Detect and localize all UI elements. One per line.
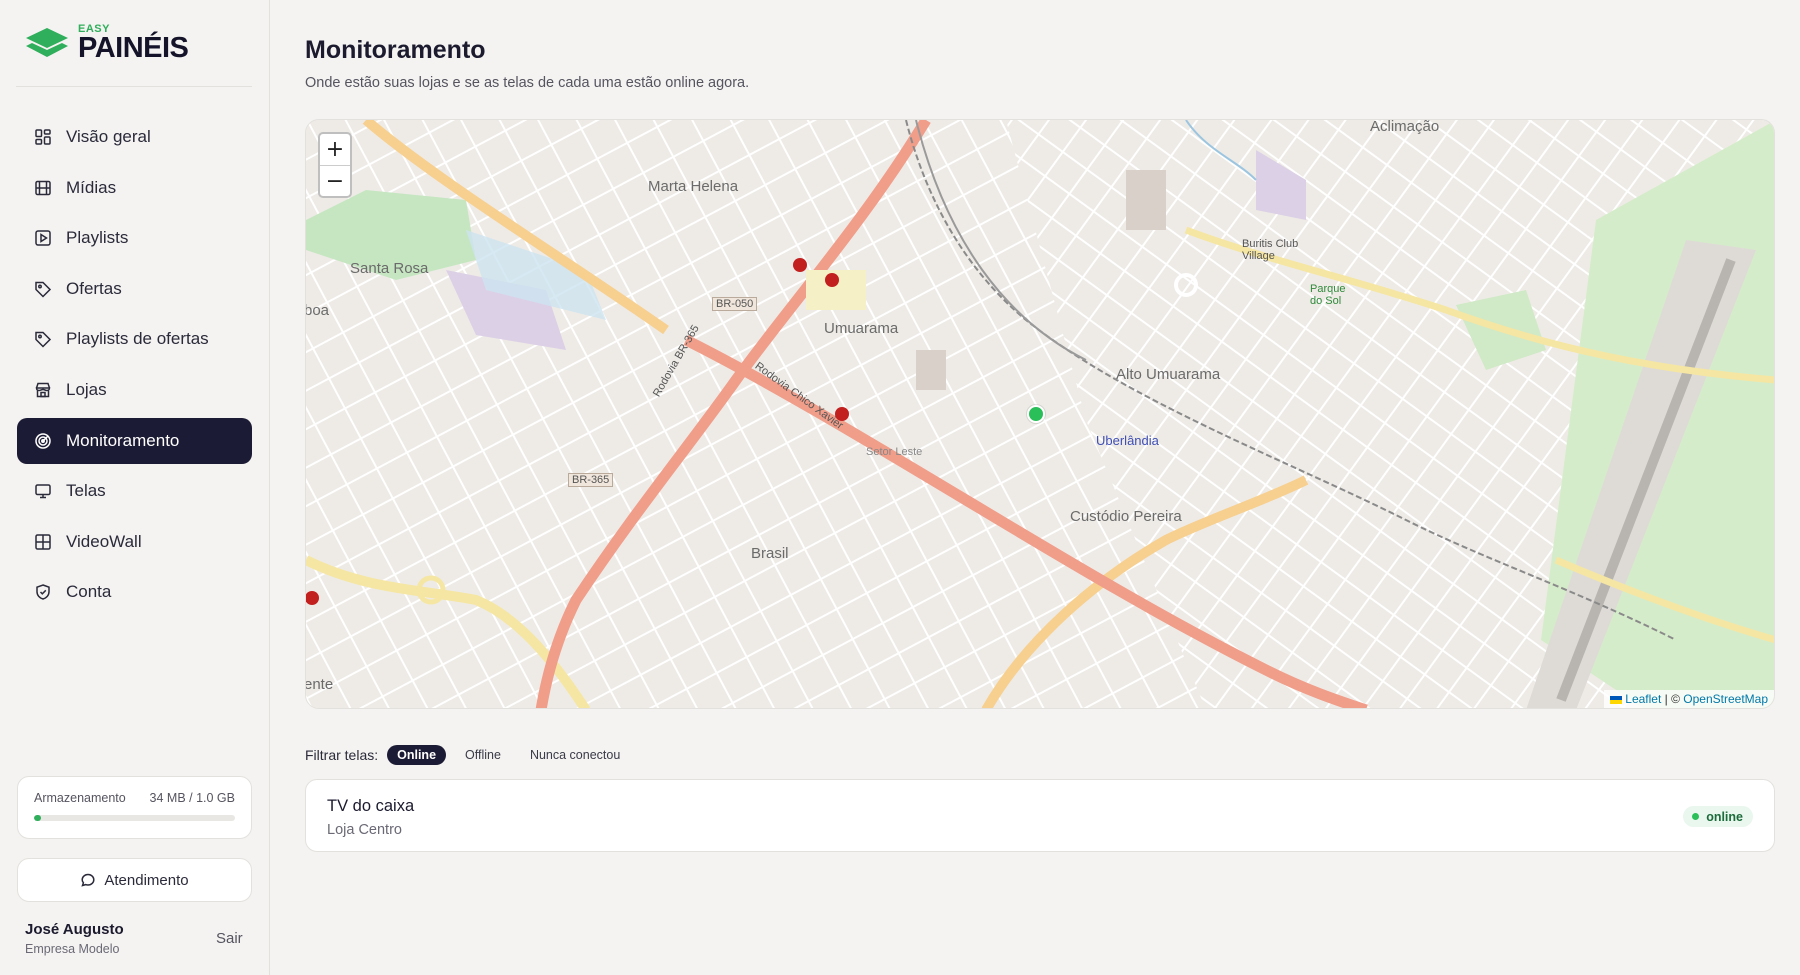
screen-filter: Filtrar telas: Online Offline Nunca cone… (305, 745, 630, 765)
map-attribution: Leaflet | © OpenStreetMap (1604, 690, 1774, 708)
sidebar-item-midias[interactable]: Mídias (17, 165, 252, 211)
shield-icon (34, 583, 52, 601)
sidebar-item-label: Monitoramento (66, 430, 180, 450)
user-company: Empresa Modelo (25, 942, 120, 956)
map-label-umuarama: Umuarama (824, 320, 899, 337)
filter-online[interactable]: Online (387, 745, 447, 765)
logo-divider (16, 86, 252, 87)
storage-label: Armazenamento (34, 791, 126, 805)
support-button[interactable]: Atendimento (17, 858, 252, 902)
ukraine-flag-icon (1610, 695, 1623, 704)
screen-card[interactable]: TV do caixa Loja Centro online (305, 779, 1775, 852)
map-label-parque: Parque do Sol (1310, 283, 1346, 307)
chat-bubble-icon (80, 872, 96, 888)
sidebar-item-ofertas[interactable]: Ofertas (17, 266, 252, 312)
store-map[interactable]: Marta Helena Santa Rosa Umuarama Alto Um… (305, 119, 1775, 709)
sidebar-item-monitoramento[interactable]: Monitoramento (17, 417, 252, 464)
sidebar-item-label: Lojas (66, 379, 107, 399)
store-marker-online[interactable] (1027, 405, 1045, 423)
map-label-alto-umuarama: Alto Umuarama (1116, 366, 1221, 383)
map-label-buritis: Buritis Club Village (1242, 238, 1299, 262)
radar-icon (34, 432, 52, 450)
sidebar-item-label: VideoWall (66, 531, 142, 551)
leaflet-link[interactable]: Leaflet (1625, 692, 1661, 706)
support-label: Atendimento (104, 871, 189, 889)
map-label-ente: ente (305, 676, 334, 693)
map-label-marta-helena: Marta Helena (648, 178, 739, 195)
sidebar-item-label: Visão geral (66, 127, 151, 146)
sidebar-nav: Visão geral Mídias Playlists Ofertas Pla… (17, 114, 252, 620)
sidebar-item-playlists-de-ofertas[interactable]: Playlists de ofertas (17, 316, 252, 362)
user-name: José Augusto (25, 921, 124, 938)
map-label-uberlandia: Uberlândia (1096, 433, 1159, 448)
osm-link[interactable]: OpenStreetMap (1683, 692, 1768, 706)
map-label-santa-rosa: Santa Rosa (350, 260, 429, 277)
sidebar-item-label: Playlists de ofertas (66, 329, 209, 349)
map-zoom-control: + − (318, 132, 352, 198)
map-label-custodio: Custódio Pereira (1070, 508, 1182, 525)
storage-bar-fill (34, 815, 41, 821)
sidebar-item-label: Playlists (66, 228, 129, 248)
brand-big: PAINÉIS (78, 31, 189, 64)
sidebar-item-telas[interactable]: Telas (17, 468, 252, 514)
sidebar-item-playlists[interactable]: Playlists (17, 215, 252, 261)
sidebar-item-label: Telas (66, 481, 106, 501)
sidebar: EASY PAINÉIS Visão geral Mídias Playlist… (0, 0, 270, 975)
status-dot-icon (1692, 813, 1700, 820)
map-label-brasil: Brasil (751, 545, 789, 562)
tag-icon (34, 330, 52, 348)
filter-offline[interactable]: Offline (455, 745, 511, 765)
store-icon (34, 381, 52, 399)
user-info: José Augusto Empresa Modelo (25, 921, 124, 956)
status-badge: online (1683, 806, 1753, 827)
map-label-aclimacao: Aclimação (1370, 119, 1440, 135)
grid-icon (34, 533, 52, 551)
page-title: Monitoramento (305, 36, 486, 64)
storage-card: Armazenamento 34 MB / 1.0 GB (17, 776, 252, 839)
sidebar-item-lojas[interactable]: Lojas (17, 367, 252, 413)
filter-label: Filtrar telas: (305, 747, 379, 763)
sidebar-item-videowall[interactable]: VideoWall (17, 519, 252, 565)
play-square-icon (34, 229, 52, 247)
map-label-br365: BR-365 (568, 473, 614, 487)
storage-bar (34, 815, 235, 821)
brand-logo[interactable]: EASY PAINÉIS (24, 23, 189, 64)
sidebar-item-visao-geral[interactable]: Visão geral (17, 114, 252, 160)
zoom-out-button[interactable]: − (320, 165, 350, 196)
map-label-br050: BR-050 (712, 297, 758, 311)
map-label-setor-leste: Setor Leste (866, 446, 923, 458)
dashboard-icon (34, 128, 52, 146)
sidebar-item-label: Conta (66, 582, 112, 602)
zoom-in-button[interactable]: + (320, 134, 350, 165)
film-icon (34, 179, 52, 197)
sidebar-item-label: Mídias (66, 177, 117, 197)
storage-usage: 34 MB / 1.0 GB (149, 791, 235, 805)
page-subtitle: Onde estão suas lojas e se as telas de c… (305, 75, 750, 91)
screen-name: TV do caixa (327, 797, 415, 815)
tag-icon (34, 280, 52, 298)
sidebar-item-conta[interactable]: Conta (17, 569, 252, 615)
sidebar-item-label: Ofertas (66, 278, 122, 298)
screen-store: Loja Centro (327, 822, 402, 838)
status-text: online (1706, 809, 1743, 824)
attribution-separator: | © (1661, 692, 1684, 706)
layers-logo-icon (26, 28, 68, 57)
map-label-boa: boa (305, 302, 330, 319)
filter-never-connected[interactable]: Nunca conectou (520, 745, 630, 765)
logout-button[interactable]: Sair (216, 930, 243, 947)
monitor-icon (34, 482, 52, 500)
